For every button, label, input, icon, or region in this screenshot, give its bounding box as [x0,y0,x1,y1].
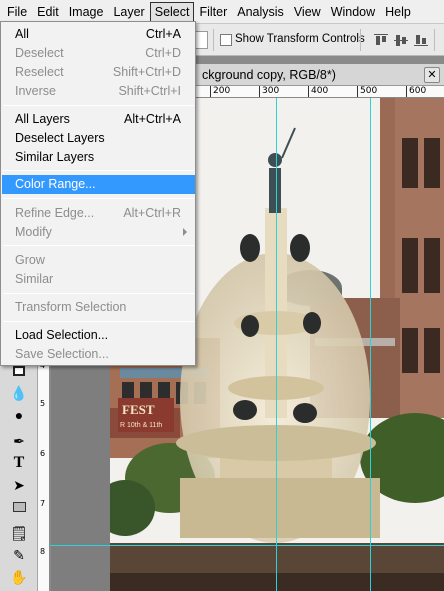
menu-item-shortcut: Alt+Ctrl+R [123,206,181,220]
options-separator [360,29,361,51]
hand-tool-icon[interactable]: ✋ [9,568,29,586]
ruler-tick [357,86,358,97]
menu-item-transform-selection[interactable]: Transform Selection [2,298,195,317]
ruler-label: 600 [409,86,427,96]
align-vertical-center-icon[interactable] [394,34,408,46]
ruler-label: 7 [40,499,46,508]
menu-item-all-layers[interactable]: All Layers Alt+Ctrl+A [2,110,195,129]
menu-item-label: Inverse [15,84,56,98]
menu-item-label: Deselect Layers [15,131,105,145]
menu-image[interactable]: Image [64,2,109,22]
menu-item-label: Grow [15,253,45,267]
ruler-label: 5 [40,399,46,408]
menu-edit[interactable]: Edit [32,2,64,22]
menu-item-shortcut: Alt+Ctrl+A [124,112,181,126]
guide-line[interactable] [370,98,371,591]
menu-layer[interactable]: Layer [108,2,149,22]
menu-item-deselect-layers[interactable]: Deselect Layers [2,129,195,148]
tools-panel: 💧 ● ✒ T ➤ 🗒 ✎ ✋ [0,360,38,591]
path-selection-tool-icon[interactable]: ➤ [9,476,29,494]
notes-tool-icon[interactable]: 🗒 [9,524,29,542]
menu-item-grow[interactable]: Grow [2,251,195,270]
ruler-label: 6 [40,449,46,458]
show-transform-controls-label: Show Transform Controls [235,33,365,45]
menu-item-label: Transform Selection [15,300,127,314]
align-top-icon[interactable] [374,34,388,46]
menu-item-save-selection[interactable]: Save Selection... [2,345,195,364]
blur-tool-icon[interactable]: 💧 [9,384,29,402]
horizontal-ruler[interactable]: 200 300 400 500 600 [196,86,444,98]
eyedropper-tool-icon[interactable]: ✎ [9,546,29,564]
menu-separator [3,198,194,199]
ruler-label: 300 [262,86,280,96]
menu-separator [3,293,194,294]
menu-item-label: Color Range... [15,177,96,191]
document-tab-title: ckground copy, RGB/8*) [202,68,336,82]
menu-item-reselect[interactable]: Reselect Shift+Ctrl+D [2,63,195,82]
ruler-label: 8 [40,547,46,556]
menu-item-label: All [15,27,29,41]
menu-item-shortcut: Ctrl+D [145,46,181,60]
menu-item-modify[interactable]: Modify [2,223,195,242]
menu-view[interactable]: View [289,2,326,22]
submenu-arrow-icon [183,228,187,236]
ruler-tick [259,86,260,97]
ruler-label: 200 [213,86,231,96]
menu-item-label: Similar Layers [15,150,95,164]
menu-separator [3,170,194,171]
menu-item-color-range[interactable]: Color Range... [2,175,195,194]
menu-select[interactable]: Select [149,1,195,22]
ruler-tick [210,86,211,97]
ruler-label: 500 [360,86,378,96]
menu-item-load-selection[interactable]: Load Selection... [2,326,195,345]
menu-item-label: Save Selection... [15,347,109,361]
menu-item-label: All Layers [15,112,70,126]
type-tool-icon[interactable]: T [9,454,29,472]
align-bottom-icon[interactable] [414,34,428,46]
menu-item-label: Similar [15,272,54,286]
menu-filter[interactable]: Filter [194,2,232,22]
banner-subtext: R 10th & 11th [120,422,162,429]
guide-line[interactable] [276,98,277,591]
menu-help[interactable]: Help [380,2,416,22]
menu-item-label: Modify [15,225,52,239]
ruler-tick [308,86,309,97]
menu-item-similar[interactable]: Similar [2,270,195,289]
guide-line[interactable] [50,545,444,546]
options-dropdown-edge[interactable] [196,31,208,49]
menu-item-shortcut: Shift+Ctrl+D [112,65,181,79]
shape-tool-icon[interactable] [9,498,29,516]
menu-separator [3,321,194,322]
select-menu-dropdown: All Ctrl+A Deselect Ctrl+D Reselect Shif… [0,21,196,366]
menu-item-inverse[interactable]: Inverse Shift+Ctrl+I [2,82,195,101]
menu-item-shortcut: Shift+Ctrl+I [118,84,181,98]
pen-tool-icon[interactable]: ✒ [9,432,29,450]
menu-item-refine-edge[interactable]: Refine Edge... Alt+Ctrl+R [2,204,195,223]
menu-separator [3,245,194,246]
ruler-tick [406,86,407,97]
menu-item-label: Deselect [15,46,64,60]
menu-window[interactable]: Window [326,2,380,22]
show-transform-controls-checkbox[interactable] [220,34,232,46]
dodge-tool-icon[interactable]: ● [9,406,29,424]
menu-item-label: Load Selection... [15,328,109,342]
menu-item-shortcut: Ctrl+A [145,27,181,41]
close-icon[interactable]: ✕ [424,67,440,83]
menu-item-deselect[interactable]: Deselect Ctrl+D [2,44,195,63]
document-tab[interactable]: ckground copy, RGB/8*) ✕ [196,64,444,86]
options-separator [213,29,214,51]
menu-item-similar-layers[interactable]: Similar Layers [2,148,195,167]
menu-separator [3,105,194,106]
menu-analysis[interactable]: Analysis [232,2,289,22]
menu-item-label: Refine Edge... [15,206,95,220]
banner-text: FEST [122,402,155,417]
options-separator [434,29,435,51]
menu-file[interactable]: File [2,2,32,22]
menu-item-label: Reselect [15,65,64,79]
ruler-label: 400 [311,86,329,96]
menu-item-all[interactable]: All Ctrl+A [2,25,195,44]
